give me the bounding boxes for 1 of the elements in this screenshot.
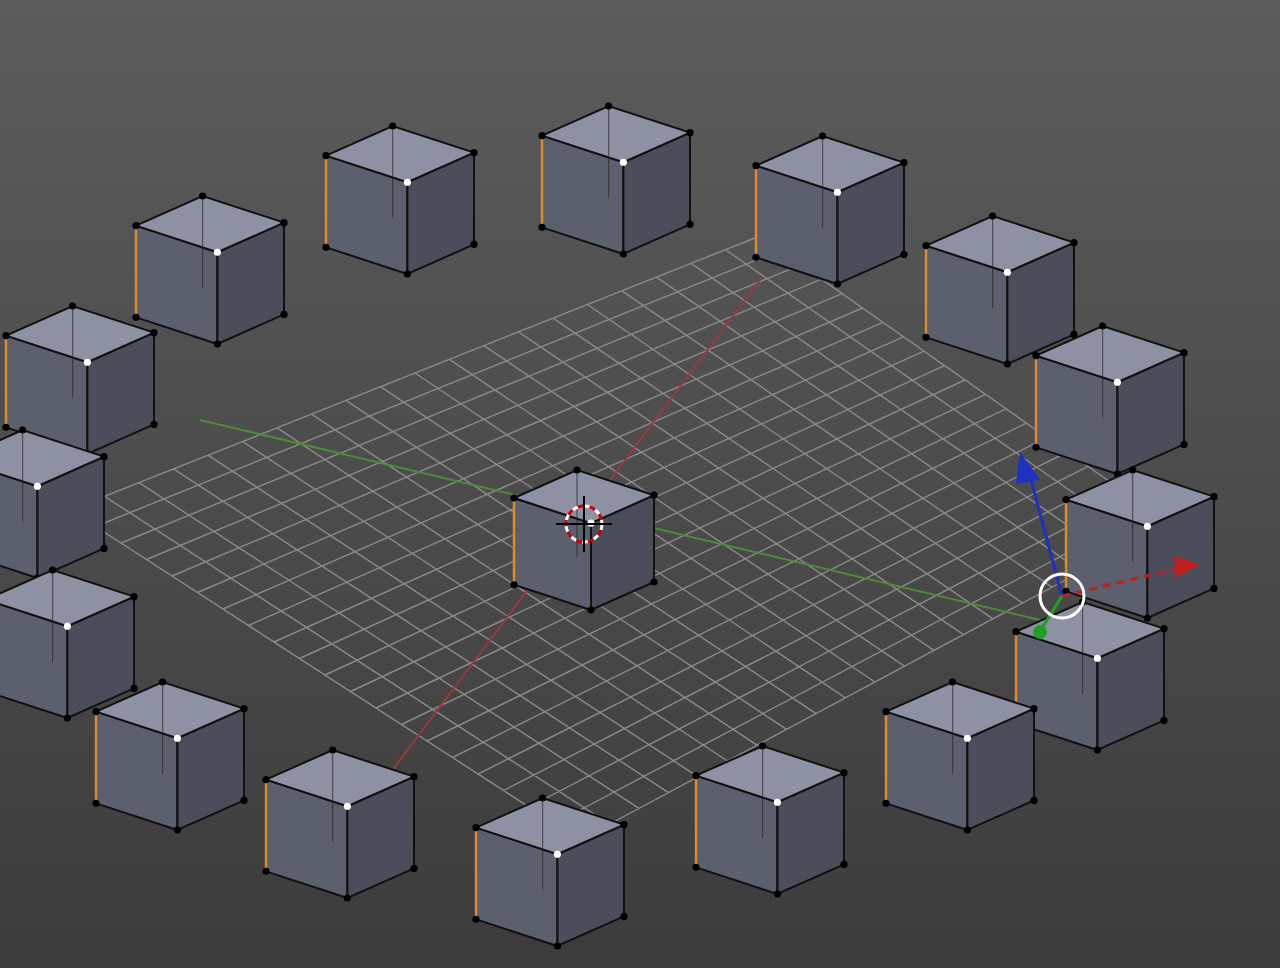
3d-cursor-icon	[555, 495, 613, 553]
